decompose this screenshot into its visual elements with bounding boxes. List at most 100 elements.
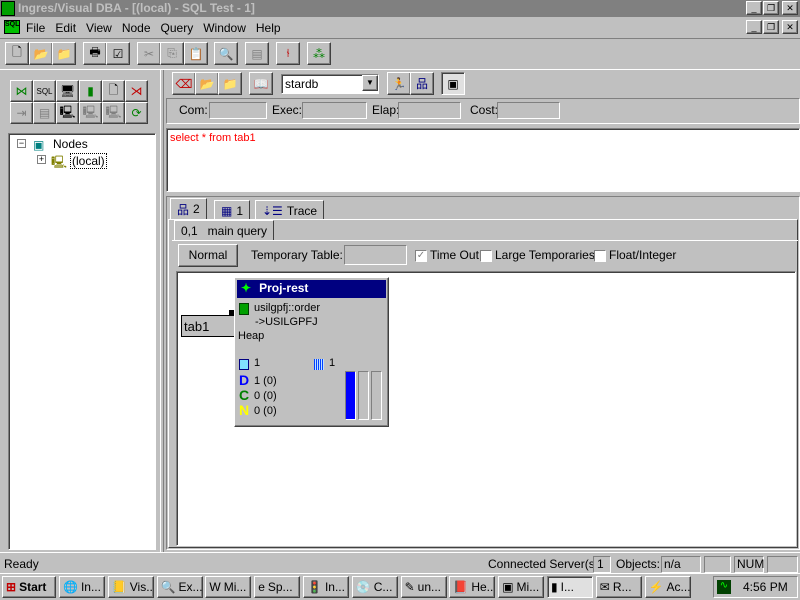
restore-button[interactable]: ❐ [763, 1, 779, 15]
large-temps-check[interactable] [480, 249, 492, 262]
taskbar-item[interactable]: 📒 Vis... [107, 576, 154, 598]
taskbar-app-icon: ✉ [599, 580, 610, 594]
find-icon[interactable]: 🔍 [214, 42, 238, 65]
proj-rest-node[interactable]: ✦ Proj-rest usilgpfj::order ->USILGPFJ He… [234, 277, 389, 427]
print-icon[interactable]: 🖶 [83, 42, 107, 65]
monitor-tray-icon[interactable]: ∿ [717, 580, 731, 594]
large-temps-checkbox[interactable]: Large Temporaries [480, 248, 595, 262]
taskbar-item[interactable]: 🔍 Ex... [156, 576, 203, 598]
float-int-check[interactable] [594, 249, 606, 262]
temp-table-field[interactable] [344, 245, 407, 265]
paste-icon[interactable]: 📋 [184, 42, 208, 65]
tree-node-local[interactable]: (local) [70, 153, 107, 169]
monitor-icon[interactable]: 🖥 [56, 80, 79, 102]
save-query-icon[interactable]: 📁 [218, 72, 242, 95]
float-int-checkbox[interactable]: Float/Integer [594, 248, 676, 262]
refresh-icon[interactable]: ⟳ [125, 102, 148, 124]
menu-node[interactable]: Node [122, 21, 151, 35]
result-mode-icon[interactable]: ▣ [441, 72, 465, 95]
minimize-button[interactable]: _ [746, 1, 762, 15]
split-icon[interactable]: ⫮ [276, 42, 300, 65]
timeout-check[interactable]: ✓ [415, 249, 427, 262]
exit-icon[interactable]: ⇥ [10, 102, 33, 124]
disconnect-icon[interactable]: ⋊ [125, 80, 148, 102]
taskbar-item[interactable]: ▣ Mi... [498, 576, 545, 598]
taskbar-item-label: Sp... [267, 580, 293, 594]
chevron-down-icon[interactable]: ▼ [362, 75, 378, 91]
collapse-icon[interactable]: − [17, 139, 26, 148]
sql-editor[interactable]: select * from tab1 [166, 128, 800, 192]
sql-doc-icon[interactable]: SQL [4, 20, 20, 34]
tab-qep[interactable]: 品2 [170, 198, 207, 219]
tile-icon[interactable]: 🖳 [79, 102, 102, 124]
d-value: 1 (0) [254, 375, 277, 387]
doc-close-button[interactable]: ✕ [782, 20, 798, 34]
elap-label: Elap: [372, 103, 400, 117]
tab-results[interactable]: ▦ 1 [214, 200, 251, 220]
start-button[interactable]: ⊞ Start [2, 576, 56, 598]
node-tree[interactable]: − ▣ Nodes + 🖳 (local) [8, 133, 156, 550]
taskbar-app-icon: ✎ [404, 580, 415, 594]
node-storage: Heap [238, 330, 265, 342]
close-button[interactable]: ✕ [782, 1, 798, 15]
doc-restore-button[interactable]: ❐ [763, 20, 779, 34]
tuples-icon [314, 359, 324, 370]
taskbar-item[interactable]: ✉ R... [595, 576, 642, 598]
doc-minimize-button[interactable]: _ [746, 20, 762, 34]
cascade-icon[interactable]: 🖳 [102, 102, 125, 124]
menu-window[interactable]: Window [203, 21, 246, 35]
node-connect-icon[interactable]: ⋈ [10, 80, 33, 102]
servers-label: Connected Server(s): [488, 557, 603, 571]
taskbar-item[interactable]: ✎ un... [400, 576, 447, 598]
com-field [209, 102, 267, 119]
expand-icon[interactable]: + [37, 155, 46, 164]
taskbar-item[interactable]: ⚡ Ac... [644, 576, 691, 598]
tab-main-query[interactable]: 0,1 main query [174, 220, 275, 240]
menu-help[interactable]: Help [256, 21, 281, 35]
taskbar-item[interactable]: 📕 He... [449, 576, 496, 598]
database-select[interactable]: stardb ▼ [281, 74, 379, 94]
load-icon[interactable]: 📂 [195, 72, 219, 95]
save-folder-icon[interactable]: 📁 [52, 42, 76, 65]
run-icon[interactable]: 🏃 [387, 72, 411, 95]
menu-query[interactable]: Query [161, 21, 194, 35]
taskbar-item[interactable]: e Sp... [254, 576, 301, 598]
taskbar-item[interactable]: 🌐 In... [59, 576, 105, 598]
table-node[interactable]: tab1 [181, 315, 241, 337]
db-event-icon[interactable]: ▮ [79, 80, 102, 102]
cost-label: Cost: [470, 103, 499, 117]
properties-icon[interactable]: ☑ [106, 42, 130, 65]
new-icon[interactable]: 🗋 [5, 42, 29, 65]
menu-file[interactable]: File [26, 21, 45, 35]
tab-trace[interactable]: ⇣☰ Trace [255, 200, 325, 220]
clear-icon[interactable]: ⌫ [172, 72, 196, 95]
book-icon[interactable]: 📖 [249, 72, 273, 95]
open-icon[interactable]: 📂 [29, 42, 53, 65]
taskbar-item[interactable]: 💿 C... [351, 576, 398, 598]
window-icon[interactable]: ▤ [245, 42, 269, 65]
taskbar-item[interactable]: 🚦 In... [303, 576, 349, 598]
new-window-icon[interactable]: 🖳 [56, 102, 79, 124]
elap-field [398, 102, 461, 119]
system-tray: ∿ 4:56 PM [713, 576, 798, 598]
qep-canvas[interactable]: tab1 ✦ Proj-rest usilgpfj::order ->USILGP… [176, 271, 796, 546]
timeout-label: Time Out [430, 248, 479, 262]
sql-test-icon[interactable]: SQL [33, 80, 56, 102]
taskbar-item[interactable]: ▮ I... [547, 576, 593, 598]
copy-icon[interactable]: ⎘ [160, 42, 184, 65]
status-text: Ready [4, 557, 39, 571]
taskbar-item[interactable]: W Mi... [205, 576, 252, 598]
timeout-checkbox[interactable]: ✓ Time Out [415, 248, 479, 262]
menu-view[interactable]: View [86, 21, 112, 35]
diagram-icon[interactable]: ⁂ [307, 42, 331, 65]
report-icon[interactable]: ▤ [33, 102, 56, 124]
cost-field [497, 102, 560, 119]
menu-edit[interactable]: Edit [55, 21, 76, 35]
document-icon[interactable]: 🗋 [102, 80, 125, 102]
clock[interactable]: 4:56 PM [743, 580, 788, 594]
cut-icon[interactable]: ✂ [137, 42, 161, 65]
qep-icon[interactable]: 品 [410, 72, 434, 95]
com-label: Com: [179, 103, 208, 117]
normal-button[interactable]: Normal [178, 244, 238, 267]
tree-root[interactable]: Nodes [53, 137, 88, 151]
